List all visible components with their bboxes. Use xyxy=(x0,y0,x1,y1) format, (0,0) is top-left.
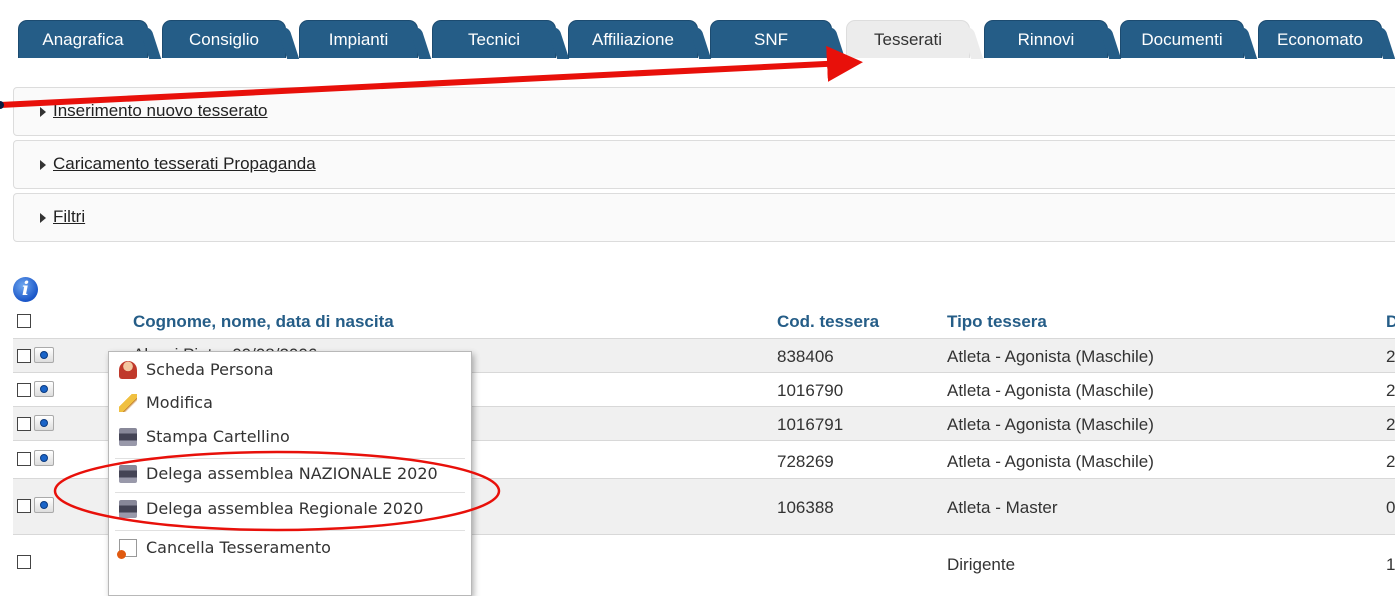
tab-anagrafica[interactable]: Anagrafica xyxy=(18,20,148,58)
tab-economato[interactable]: Economato xyxy=(1258,20,1382,58)
row-type: Atleta - Agonista (Maschile) xyxy=(947,415,1154,434)
link-inserimento-nuovo-tesserato[interactable]: Inserimento nuovo tesserato xyxy=(53,101,268,121)
tab-documenti[interactable]: Documenti xyxy=(1120,20,1244,58)
tab-impianti[interactable]: Impianti xyxy=(299,20,418,58)
printer-icon xyxy=(119,428,137,446)
row-photo-icon[interactable] xyxy=(34,497,54,513)
row-extra: 2 xyxy=(1386,415,1395,434)
caret-right-icon xyxy=(40,213,46,223)
menu-item-delega-regionale[interactable]: Delega assemblea Regionale 2020 xyxy=(109,494,469,524)
link-filtri[interactable]: Filtri xyxy=(53,207,85,227)
menu-item-label: Modifica xyxy=(146,393,213,412)
row-code: 838406 xyxy=(777,347,834,366)
row-type: Atleta - Agonista (Maschile) xyxy=(947,452,1154,471)
caret-right-icon xyxy=(40,107,46,117)
panel-caricamento: Caricamento tesserati Propaganda xyxy=(13,140,1395,189)
row-checkbox[interactable] xyxy=(17,555,31,569)
menu-item-cancella-tesseramento[interactable]: Cancella Tesseramento xyxy=(109,533,469,563)
header-name[interactable]: Cognome, nome, data di nascita xyxy=(133,312,394,332)
row-extra: 0 xyxy=(1386,498,1395,517)
select-all-checkbox[interactable] xyxy=(17,314,31,328)
tab-bar: Anagrafica Consiglio Impianti Tecnici Af… xyxy=(0,0,1395,58)
row-checkbox[interactable] xyxy=(17,417,31,431)
menu-item-stampa-cartellino[interactable]: Stampa Cartellino xyxy=(109,422,469,452)
arrow-tail-dot xyxy=(0,101,4,109)
person-icon xyxy=(119,361,137,379)
info-icon[interactable]: i xyxy=(13,277,38,302)
menu-separator xyxy=(115,530,465,531)
row-code: 1016790 xyxy=(777,381,844,400)
link-caricamento-tesserati-propaganda[interactable]: Caricamento tesserati Propaganda xyxy=(53,154,316,174)
row-code: 728269 xyxy=(777,452,834,471)
row-photo-icon[interactable] xyxy=(34,381,54,397)
tab-affiliazione[interactable]: Affiliazione xyxy=(568,20,698,58)
row-context-menu: Scheda Persona Modifica Stampa Cartellin… xyxy=(108,351,472,596)
row-checkbox[interactable] xyxy=(17,383,31,397)
row-extra: 2 xyxy=(1386,381,1395,400)
tab-tecnici[interactable]: Tecnici xyxy=(432,20,556,58)
menu-item-label: Delega assemblea NAZIONALE 2020 xyxy=(146,464,438,483)
row-photo-icon[interactable] xyxy=(34,415,54,431)
menu-item-label: Cancella Tesseramento xyxy=(146,538,331,557)
row-code: 106388 xyxy=(777,498,834,517)
row-extra: 2 xyxy=(1386,452,1395,471)
menu-item-label: Scheda Persona xyxy=(146,360,274,379)
row-extra: 2 xyxy=(1386,347,1395,366)
row-checkbox[interactable] xyxy=(17,452,31,466)
menu-item-label: Delega assemblea Regionale 2020 xyxy=(146,499,424,518)
tab-consiglio[interactable]: Consiglio xyxy=(162,20,286,58)
row-extra: 1 xyxy=(1386,555,1395,574)
cancel-icon xyxy=(117,539,137,559)
panel-filtri: Filtri xyxy=(13,193,1395,242)
row-code: 1016791 xyxy=(777,415,844,434)
menu-separator xyxy=(115,492,465,493)
tab-snf[interactable]: SNF xyxy=(710,20,832,58)
row-type: Atleta - Agonista (Maschile) xyxy=(947,347,1154,366)
row-type: Atleta - Master xyxy=(947,498,1058,517)
pencil-icon xyxy=(119,394,137,412)
row-type: Atleta - Agonista (Maschile) xyxy=(947,381,1154,400)
header-code[interactable]: Cod. tessera xyxy=(777,312,879,332)
row-checkbox[interactable] xyxy=(17,499,31,513)
panel-inserimento: Inserimento nuovo tesserato xyxy=(13,87,1395,136)
menu-item-delega-nazionale[interactable]: Delega assemblea NAZIONALE 2020 xyxy=(109,459,469,489)
row-photo-icon[interactable] xyxy=(34,347,54,363)
printer-icon xyxy=(119,465,137,483)
tab-tesserati[interactable]: Tesserati xyxy=(846,20,970,58)
tab-rinnovi[interactable]: Rinnovi xyxy=(984,20,1108,58)
row-type: Dirigente xyxy=(947,555,1016,574)
menu-item-label: Stampa Cartellino xyxy=(146,427,290,446)
printer-icon xyxy=(119,500,137,518)
header-extra[interactable]: D xyxy=(1386,312,1395,332)
menu-item-scheda-persona[interactable]: Scheda Persona xyxy=(109,355,469,385)
caret-right-icon xyxy=(40,160,46,170)
row-photo-icon[interactable] xyxy=(34,450,54,466)
menu-item-modifica[interactable]: Modifica xyxy=(109,388,469,418)
header-type[interactable]: Tipo tessera xyxy=(947,312,1047,332)
row-checkbox[interactable] xyxy=(17,349,31,363)
